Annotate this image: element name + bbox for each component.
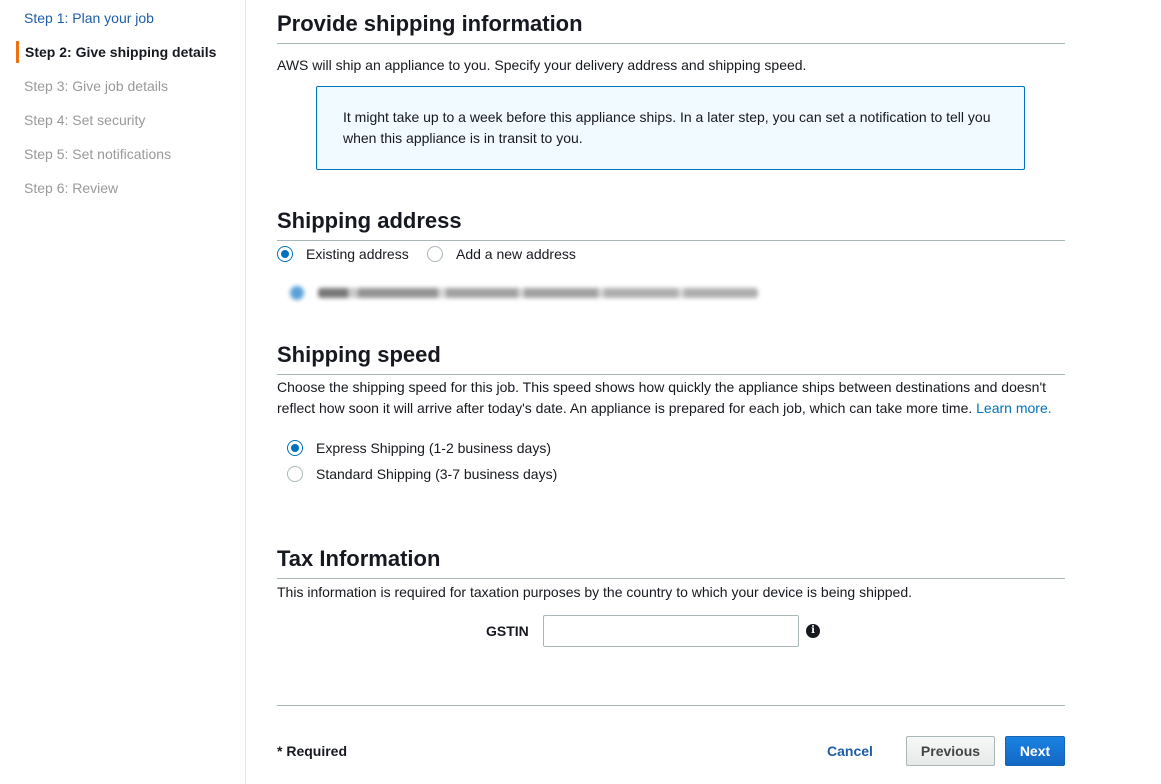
- step-3-item: Step 3: Give job details: [24, 78, 168, 94]
- step-5-item: Step 5: Set notifications: [24, 146, 172, 162]
- step-4-item: Step 4: Set security: [24, 112, 146, 128]
- new-address-radio[interactable]: [427, 246, 443, 262]
- express-shipping-option[interactable]: Express Shipping (1-2 business days): [287, 438, 551, 458]
- shipping-notice-text: It might take up to a week before this a…: [343, 109, 991, 146]
- step-6-item: Step 6: Review: [24, 180, 119, 196]
- existing-address-label: Existing address: [306, 246, 409, 262]
- new-address-label: Add a new address: [456, 246, 576, 262]
- new-address-option[interactable]: Add a new address: [427, 244, 576, 264]
- standard-shipping-label: Standard Shipping (3-7 business days): [316, 466, 558, 482]
- required-note: * Required: [277, 743, 348, 759]
- info-icon[interactable]: i: [806, 624, 820, 638]
- shipping-speed-heading: Shipping speed: [277, 342, 1065, 375]
- express-shipping-label: Express Shipping (1-2 business days): [316, 440, 552, 456]
- blurred-address-radio[interactable]: [290, 286, 304, 300]
- footer-divider: [277, 705, 1065, 706]
- tax-info-heading: Tax Information: [277, 546, 1065, 579]
- standard-shipping-radio[interactable]: [287, 466, 303, 482]
- tax-info-description: This information is required for taxatio…: [277, 584, 913, 600]
- wizard-steps-sidebar: Step 1: Plan your job Step 2: Give shipp…: [0, 0, 246, 784]
- next-button[interactable]: Next: [1005, 736, 1065, 766]
- gstin-input[interactable]: [543, 615, 799, 647]
- existing-address-radio[interactable]: [277, 246, 293, 262]
- shipping-speed-text: Choose the shipping speed for this job. …: [277, 379, 1047, 416]
- express-shipping-radio[interactable]: [287, 440, 303, 456]
- gstin-label: GSTIN: [486, 623, 529, 639]
- shipping-notice-box: It might take up to a week before this a…: [316, 86, 1025, 170]
- learn-more-link[interactable]: Learn more.: [976, 400, 1051, 416]
- blurred-address-option[interactable]: [290, 285, 762, 301]
- blurred-address-text: [318, 288, 758, 298]
- shipping-speed-description: Choose the shipping speed for this job. …: [277, 377, 1065, 419]
- step-2-current: Step 2: Give shipping details: [16, 41, 216, 63]
- previous-button[interactable]: Previous: [906, 736, 995, 766]
- existing-address-option[interactable]: Existing address: [277, 244, 409, 264]
- shipping-info-heading: Provide shipping information: [277, 11, 1065, 44]
- cancel-button[interactable]: Cancel: [827, 736, 873, 766]
- main-content: Provide shipping information AWS will sh…: [277, 0, 1065, 784]
- shipping-info-description: AWS will ship an appliance to you. Speci…: [277, 57, 807, 73]
- shipping-address-heading: Shipping address: [277, 208, 1065, 241]
- standard-shipping-option[interactable]: Standard Shipping (3-7 business days): [287, 464, 557, 484]
- step-1-link[interactable]: Step 1: Plan your job: [16, 7, 154, 29]
